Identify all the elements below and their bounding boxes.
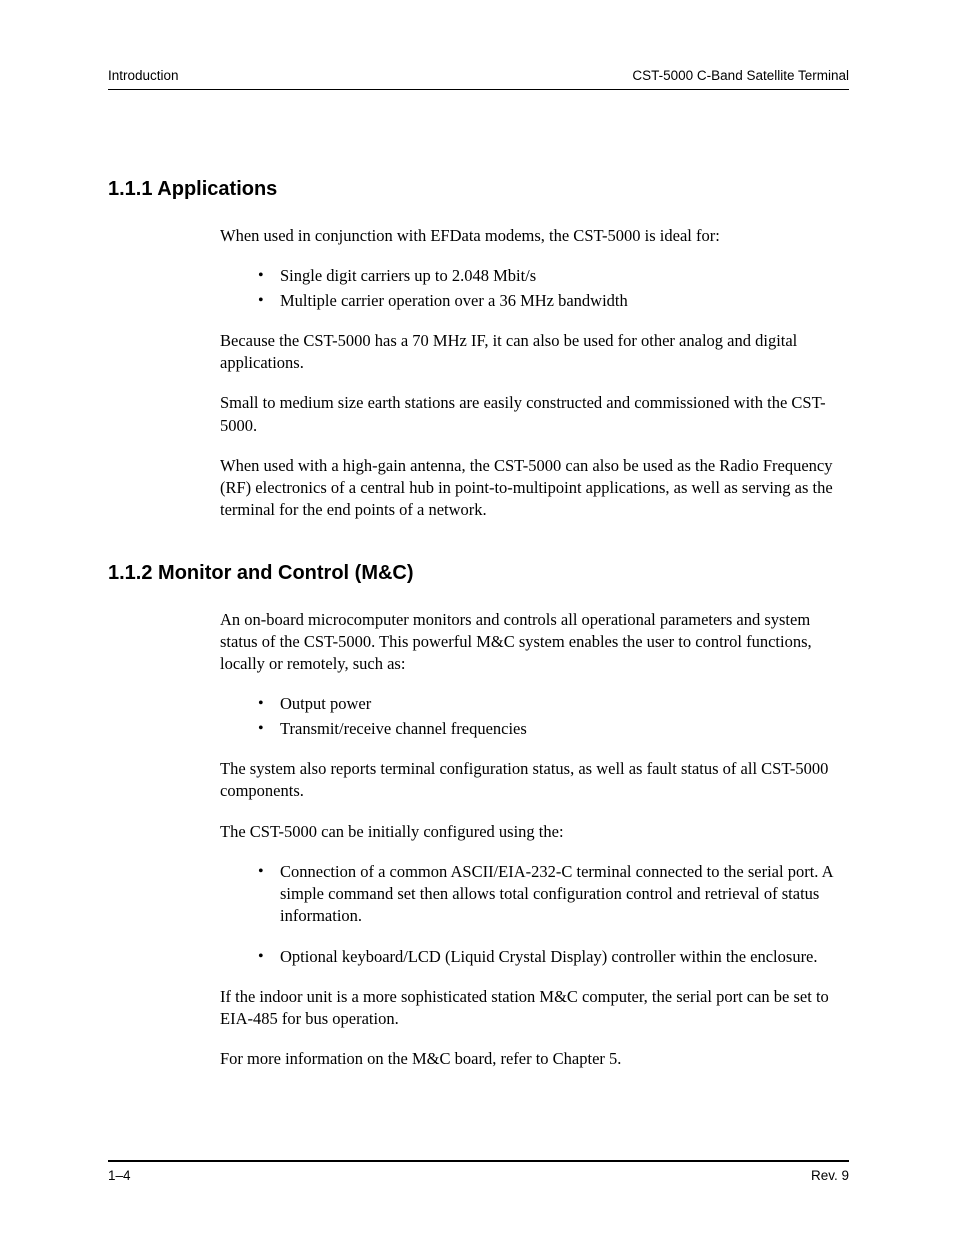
paragraph: Because the CST-5000 has a 70 MHz IF, it… bbox=[220, 330, 849, 375]
paragraph: Small to medium size earth stations are … bbox=[220, 392, 849, 437]
paragraph: For more information on the M&C board, r… bbox=[220, 1048, 849, 1070]
paragraph: When used in conjunction with EFData mod… bbox=[220, 225, 849, 247]
bullet-item: Optional keyboard/LCD (Liquid Crystal Di… bbox=[258, 946, 849, 968]
header-right: CST-5000 C-Band Satellite Terminal bbox=[632, 68, 849, 83]
bullet-item: Single digit carriers up to 2.048 Mbit/s bbox=[258, 265, 849, 287]
header-left: Introduction bbox=[108, 68, 179, 83]
bullet-list: Single digit carriers up to 2.048 Mbit/s… bbox=[258, 265, 849, 312]
section: 1.1.2 Monitor and Control (M&C) An on-boa… bbox=[108, 562, 849, 1071]
page-content: 1.1.1 Applications When used in conjuncti… bbox=[108, 178, 849, 1071]
paragraph: If the indoor unit is a more sophisticat… bbox=[220, 986, 849, 1031]
bullet-item: Multiple carrier operation over a 36 MHz… bbox=[258, 290, 849, 312]
paragraph: The system also reports terminal configu… bbox=[220, 758, 849, 803]
bullet-item: Output power bbox=[258, 693, 849, 715]
bullet-item: Transmit/receive channel frequencies bbox=[258, 718, 849, 740]
section-body: An on-board microcomputer monitors and c… bbox=[220, 609, 849, 1071]
footer-revision: Rev. 9 bbox=[811, 1168, 849, 1183]
page-footer: 1–4 Rev. 9 bbox=[108, 1160, 849, 1183]
bullet-list: Connection of a common ASCII/EIA-232-C t… bbox=[258, 861, 849, 968]
section-heading: 1.1.1 Applications bbox=[108, 178, 849, 201]
paragraph: The CST-5000 can be initially configured… bbox=[220, 821, 849, 843]
bullet-list: Output power Transmit/receive channel fre… bbox=[258, 693, 849, 740]
section: 1.1.1 Applications When used in conjuncti… bbox=[108, 178, 849, 522]
paragraph: When used with a high-gain antenna, the … bbox=[220, 455, 849, 522]
footer-page-number: 1–4 bbox=[108, 1168, 131, 1183]
section-body: When used in conjunction with EFData mod… bbox=[220, 225, 849, 522]
page-header: Introduction CST-5000 C-Band Satellite T… bbox=[108, 68, 849, 90]
section-heading: 1.1.2 Monitor and Control (M&C) bbox=[108, 562, 849, 585]
bullet-item: Connection of a common ASCII/EIA-232-C t… bbox=[258, 861, 849, 928]
paragraph: An on-board microcomputer monitors and c… bbox=[220, 609, 849, 676]
